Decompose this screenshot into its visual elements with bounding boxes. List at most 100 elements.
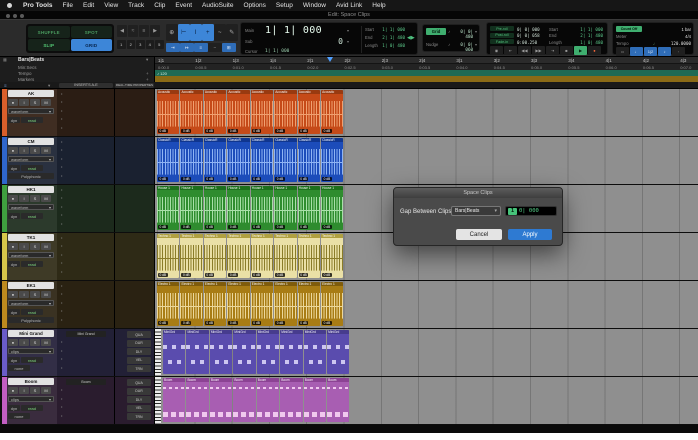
track-extra-selector[interactable]: Polyphonic [8, 173, 54, 179]
clip-gain-badge[interactable]: 0 dB [299, 177, 309, 181]
fade-in-value[interactable]: 0:00.250 [517, 40, 543, 45]
insert-slot-bullet[interactable]: • [61, 291, 62, 296]
pencil-tool[interactable]: ✎ [226, 24, 238, 41]
menu-item-avid-link[interactable]: Avid Link [331, 2, 367, 9]
playhead-cursor-icon[interactable] [327, 57, 333, 62]
midi-clip[interactable]: MiniGrd [163, 330, 185, 374]
zoom-in-arrow[interactable]: ▶ [150, 25, 160, 37]
track-lane[interactable]: Electro 10 dBElectro 10 dBElectro 10 dBE… [155, 281, 698, 328]
track-view-selector[interactable]: clips▾ [8, 348, 54, 354]
input-monitor-button[interactable]: I [19, 387, 29, 394]
mute-button[interactable]: M [41, 339, 51, 346]
clip-gain-badge[interactable]: 0 dB [275, 177, 285, 181]
automation-dyn-button[interactable]: dyn [8, 117, 20, 123]
automation-dyn-button[interactable]: dyn [8, 309, 20, 315]
sel-start-value[interactable]: 1| 1| 000 [373, 27, 405, 32]
record-enable-button[interactable]: ● [8, 387, 18, 394]
automation-mode-button[interactable]: read [21, 165, 43, 171]
markers-ruler-label[interactable]: Markers [18, 77, 34, 82]
insert-slot-bullet[interactable]: • [61, 156, 62, 161]
grabber-tool[interactable]: + [202, 24, 214, 41]
audio-clip[interactable]: House 10 dB [227, 186, 249, 230]
clip-gain-badge[interactable]: 0 dB [158, 273, 168, 277]
menu-item-pro-tools[interactable]: Pro Tools [18, 2, 58, 9]
pre-post-roll-arrows-icon[interactable]: ◀▶ [407, 35, 415, 41]
record-button[interactable]: ● [588, 46, 601, 55]
solo-button[interactable]: S [30, 387, 40, 394]
rtp-qua-button[interactable]: QUA [127, 331, 151, 338]
track-lane[interactable]: MiniGrdMiniGrdMiniGrdMiniGrdMiniGrdMiniG… [155, 329, 698, 376]
insert-slot-bullet[interactable]: • [61, 139, 62, 144]
tempo-value[interactable]: 120.0000 [657, 41, 691, 46]
gap-value-rest[interactable]: 0| 000 [519, 208, 539, 214]
input-monitor-button[interactable]: I [19, 339, 29, 346]
clip-gain-badge[interactable]: 0 dB [322, 129, 332, 133]
automation-mode-button[interactable]: read [21, 405, 43, 411]
audio-clip[interactable]: ClassicR0 dB [298, 138, 320, 182]
rtp-trn-button[interactable]: TRN [127, 413, 151, 420]
grid-value[interactable]: 0| 0| 480 [453, 29, 473, 39]
clip-gain-badge[interactable]: 0 dB [228, 129, 238, 133]
midi-clip[interactable]: MiniGrd [327, 330, 349, 374]
solo-button[interactable]: S [30, 291, 40, 298]
nudge-dropdown-icon[interactable]: ▾ [475, 42, 477, 47]
midi-clip[interactable]: Boom [280, 378, 302, 422]
clip-gain-badge[interactable]: 0 dB [205, 273, 215, 277]
midi-clip[interactable]: Boom [257, 378, 279, 422]
meter-value[interactable]: 4/4 [665, 34, 691, 39]
solo-button[interactable]: S [30, 243, 40, 250]
midi-clip[interactable]: MiniGrd [233, 330, 255, 374]
midi-clip[interactable]: MiniGrd [280, 330, 302, 374]
audio-clip[interactable]: Techno 10 dB [227, 234, 249, 278]
clip-gain-badge[interactable]: 0 dB [252, 177, 262, 181]
midi-clip[interactable]: Boom [163, 378, 185, 422]
grid-value-label[interactable]: Grid [426, 28, 446, 35]
midi-clip[interactable]: Boom [210, 378, 232, 422]
audio-clip[interactable]: ClassicR0 dB [157, 138, 179, 182]
clip-gain-badge[interactable]: 0 dB [275, 273, 285, 277]
audio-clip[interactable]: Electro 10 dB [180, 282, 202, 326]
insert-slot-bullet[interactable]: • [61, 300, 62, 305]
insert-slot-bullet[interactable]: • [61, 108, 62, 113]
insert-slot-bullet[interactable]: • [61, 404, 62, 409]
online-button[interactable]: ◉ [490, 46, 503, 55]
post-roll-value[interactable]: 0| 0| 058 [517, 33, 543, 38]
automation-mode-button[interactable]: read [21, 261, 43, 267]
transport-start-value[interactable]: 1| 1| 000 [571, 27, 603, 32]
clip-gain-badge[interactable]: 0 dB [252, 129, 262, 133]
record-enable-button[interactable]: ● [8, 147, 18, 154]
track-name[interactable]: AK [8, 90, 54, 97]
zoomer-tool[interactable]: ⊕ [166, 24, 178, 41]
automation-dyn-button[interactable]: dyn [8, 405, 20, 411]
pre-roll-label[interactable]: Pre-roll [490, 26, 514, 31]
clip-gain-badge[interactable]: 0 dB [181, 225, 191, 229]
sub-counter-value[interactable]: 0 [299, 37, 343, 46]
mirrored-midi-editing-toggle[interactable]: ⊞ [222, 43, 236, 52]
nudge-value-label[interactable]: Nudge [426, 42, 438, 47]
mute-button[interactable]: M [41, 147, 51, 154]
clip-gain-badge[interactable]: 0 dB [252, 321, 262, 325]
audio-clip[interactable]: Acoustic0 dB [321, 90, 343, 134]
insert-slot-bullet[interactable]: • [61, 365, 62, 370]
track-extra-selector[interactable]: Polyphonic [8, 317, 54, 323]
insert-slot-bullet[interactable]: • [61, 212, 62, 217]
go-to-end-button[interactable]: ⇥ [546, 46, 559, 55]
audio-zoom-icon[interactable]: ≈ [128, 25, 138, 37]
midi-clip[interactable]: MiniGrd [186, 330, 208, 374]
rtp-dly-button[interactable]: DLY [127, 348, 151, 355]
track-name[interactable]: CM [8, 138, 54, 145]
ruler-view-icon[interactable]: ▦ [3, 57, 7, 62]
clip-gain-badge[interactable]: 0 dB [181, 321, 191, 325]
input-monitor-button[interactable]: I [19, 291, 29, 298]
automation-mode-button[interactable]: read [21, 117, 43, 123]
insert-slot-bullet[interactable]: • [61, 413, 62, 418]
clip-gain-badge[interactable]: 0 dB [252, 225, 262, 229]
zoom-out-arrow[interactable]: ◀ [117, 25, 127, 37]
track-view-selector[interactable]: clips▾ [8, 396, 54, 402]
automation-mode-button[interactable]: read [21, 309, 43, 315]
clip-gain-badge[interactable]: 0 dB [205, 321, 215, 325]
fast-forward-button[interactable]: ▶▶ [532, 46, 545, 55]
cancel-button[interactable]: Cancel [456, 229, 502, 240]
midi-clip[interactable]: Boom [233, 378, 255, 422]
link-timeline-edit-toggle[interactable]: ≡ [194, 43, 208, 52]
